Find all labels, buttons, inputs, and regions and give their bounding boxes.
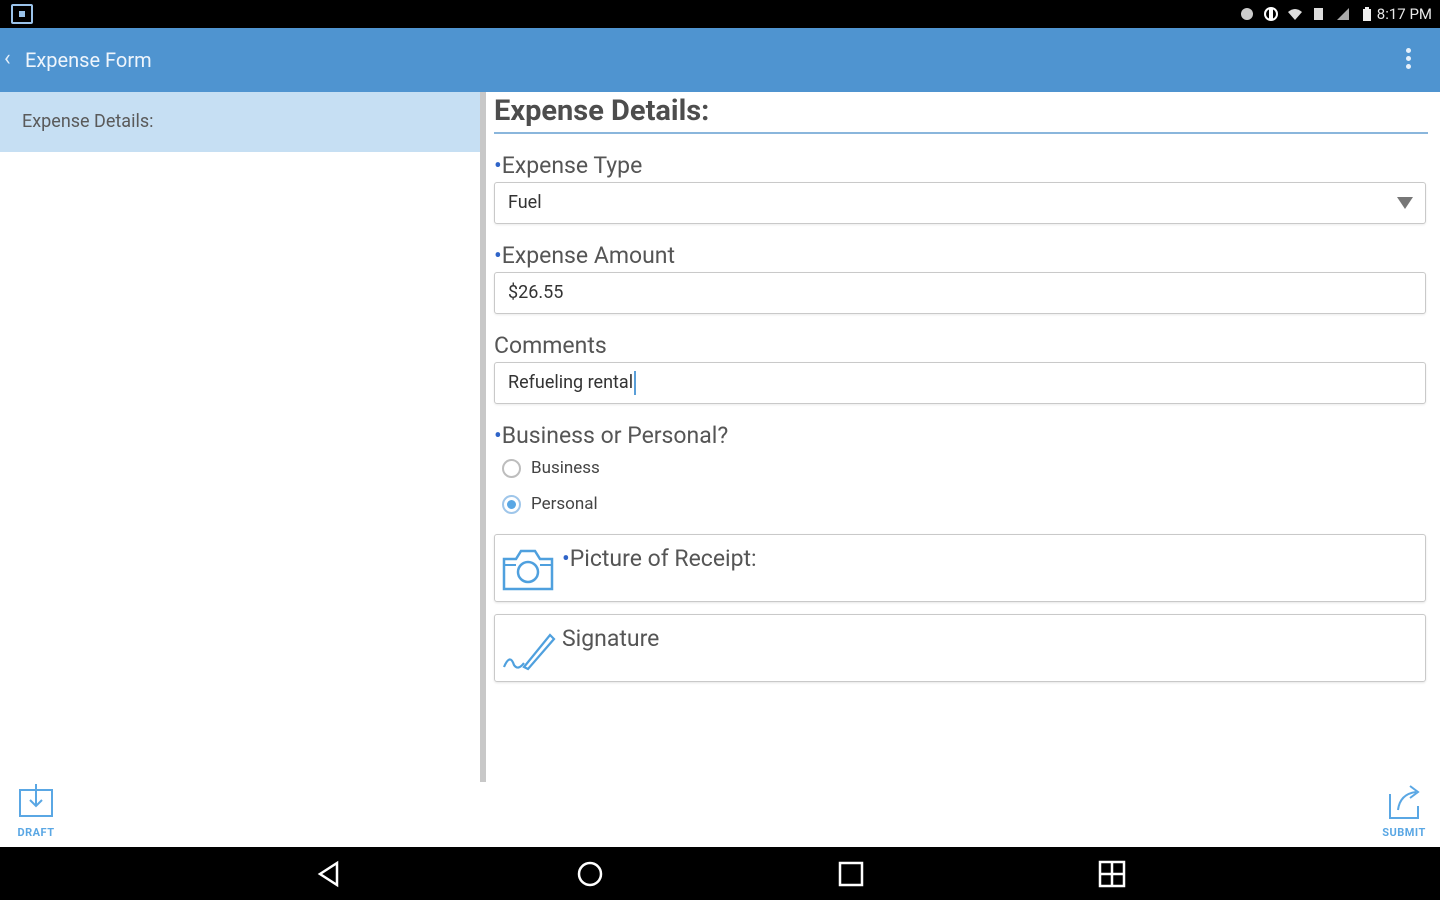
radio-business[interactable]: Business bbox=[502, 450, 1428, 486]
radio-label-business: Business bbox=[531, 458, 600, 478]
receipt-label: •Picture of Receipt: bbox=[562, 545, 757, 572]
overflow-menu-icon[interactable] bbox=[1406, 48, 1412, 72]
back-chevron-icon[interactable]: ‹ bbox=[4, 46, 11, 71]
multiwindow-icon[interactable] bbox=[1096, 858, 1128, 890]
alarm-icon bbox=[1240, 8, 1253, 20]
draft-button[interactable]: DRAFT bbox=[6, 782, 66, 842]
business-personal-label: •Business or Personal? bbox=[494, 422, 729, 449]
required-marker: • bbox=[494, 422, 502, 449]
signature-pen-icon bbox=[502, 633, 556, 671]
status-icons: 8:17 PM bbox=[1239, 3, 1432, 25]
comments-value: Refueling rental bbox=[508, 372, 634, 393]
signature-label: Signature bbox=[562, 625, 660, 652]
status-time: 8:17 PM bbox=[1376, 5, 1432, 23]
app-bar-title[interactable]: Expense Form bbox=[25, 48, 152, 72]
draft-label: DRAFT bbox=[17, 826, 55, 839]
camera-icon bbox=[502, 549, 554, 591]
data-icon bbox=[1313, 8, 1323, 20]
sidebar-item-expense-details[interactable]: Expense Details: bbox=[0, 92, 480, 152]
battery-icon bbox=[1362, 7, 1371, 21]
expense-form: Expense Details: •Expense Type Fuel •Exp… bbox=[494, 92, 1428, 682]
signature-card[interactable]: Signature bbox=[494, 614, 1426, 682]
status-bar: 8:17 PM bbox=[0, 0, 1440, 28]
expense-amount-label: •Expense Amount bbox=[494, 242, 676, 269]
draft-save-icon bbox=[19, 784, 53, 817]
signal-icon bbox=[1336, 8, 1349, 20]
vibrate-icon bbox=[1263, 7, 1278, 21]
expense-amount-input[interactable]: $26.55 bbox=[494, 272, 1426, 314]
radio-button-business[interactable] bbox=[502, 458, 521, 478]
home-icon[interactable] bbox=[574, 858, 606, 890]
required-marker: • bbox=[494, 242, 502, 269]
comments-label: Comments bbox=[494, 332, 607, 359]
back-icon[interactable] bbox=[313, 858, 345, 890]
dropdown-arrow-icon bbox=[1397, 197, 1413, 209]
receipt-picture-card[interactable]: •Picture of Receipt: bbox=[494, 534, 1426, 602]
recents-icon[interactable] bbox=[835, 858, 867, 890]
notification-app-icon bbox=[11, 4, 33, 24]
wifi-icon bbox=[1287, 9, 1302, 20]
required-marker: • bbox=[494, 152, 502, 179]
radio-button-personal[interactable] bbox=[502, 494, 521, 514]
expense-type-value: Fuel bbox=[508, 192, 542, 213]
expense-amount-value: $26.55 bbox=[508, 282, 564, 303]
pane-divider bbox=[480, 92, 486, 782]
system-nav-bar bbox=[0, 847, 1440, 900]
comments-input[interactable]: Refueling rental bbox=[494, 362, 1426, 404]
radio-label-personal: Personal bbox=[531, 494, 598, 514]
text-cursor bbox=[634, 371, 637, 396]
radio-personal[interactable]: Personal bbox=[502, 486, 1428, 522]
submit-share-icon bbox=[1389, 785, 1420, 819]
section-title: Expense Details: bbox=[494, 92, 1428, 134]
app-bar: ‹ Expense Form bbox=[0, 28, 1440, 92]
submit-button[interactable]: SUBMIT bbox=[1374, 782, 1434, 842]
expense-type-select[interactable]: Fuel bbox=[494, 182, 1426, 224]
sidebar: Expense Details: bbox=[0, 92, 480, 782]
expense-type-label: •Expense Type bbox=[494, 152, 643, 179]
submit-label: SUBMIT bbox=[1382, 826, 1426, 839]
